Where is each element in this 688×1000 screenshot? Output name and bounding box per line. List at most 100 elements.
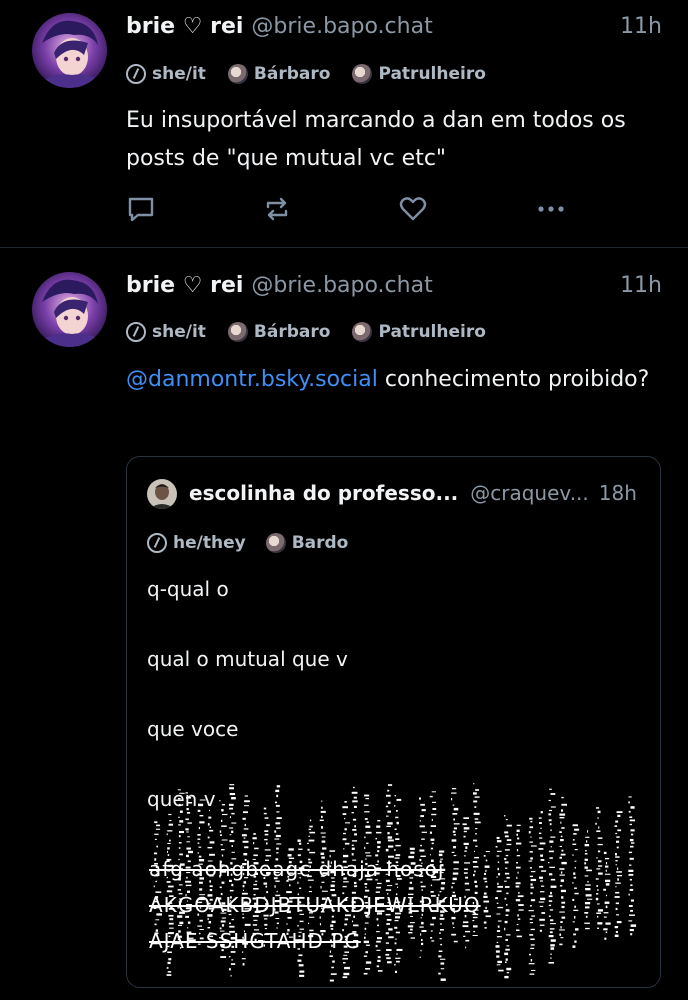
label-class[interactable]: Bárbaro [227,322,330,342]
glitch-line: AJAE SSHGTAHD PG [149,929,361,953]
quoted-author-name[interactable]: escolinha do professo... [189,481,458,505]
noise-mark [229,816,231,819]
noise-mark [386,957,391,960]
noise-mark [506,972,510,974]
author-avatar[interactable] [32,13,107,88]
noise-mark [473,792,477,795]
noise-mark [597,915,599,918]
author-name[interactable]: brie ♡ rei [126,273,243,298]
noise-mark [229,807,233,810]
label-text: she/it [152,64,206,84]
noise-mark [288,848,294,851]
noise-mark [421,939,423,942]
author-avatar[interactable] [32,272,107,347]
noise-mark [530,871,536,873]
noise-mark [351,840,358,842]
label-pronouns[interactable]: she/it [126,64,206,84]
reply-icon[interactable] [126,194,156,224]
noise-mark [376,825,381,828]
noise-mark [539,929,542,932]
noise-mark [376,931,380,933]
noise-mark [531,969,536,971]
noise-mark [629,864,632,866]
noise-mark [342,958,349,960]
noise-mark [498,873,501,876]
quoted-post[interactable]: escolinha do professo... @craquev... 18h… [126,456,661,988]
author-name[interactable]: brie ♡ rei [126,14,243,39]
more-icon[interactable] [536,194,566,224]
noise-mark [342,976,348,979]
noise-mark [199,881,203,884]
author-handle[interactable]: @brie.bapo.chat [251,273,432,298]
noise-mark [541,870,547,872]
noise-mark [354,825,356,828]
label-class[interactable]: Bárbaro [227,64,330,84]
noise-mark [395,844,401,847]
quoted-author-avatar[interactable] [147,479,177,509]
noise-mark [573,833,577,835]
label-pronouns[interactable]: he/they [147,533,246,553]
noise-mark [387,789,390,792]
quoted-post-timestamp[interactable]: 18h [599,481,637,505]
mention-link[interactable]: @danmontr.bsky.social [126,367,378,392]
glitch-line: AKGOAKBDJBTUAKDJEWLRKUQ [149,893,481,917]
post[interactable]: brie ♡ rei @brie.bapo.chat 11h she/it Bá… [0,0,688,248]
noise-mark [242,817,246,820]
noise-mark [242,917,245,919]
noise-mark [464,862,470,864]
noise-mark [463,827,470,830]
noise-mark [199,799,206,801]
noise-mark [221,819,223,822]
post-timestamp[interactable]: 11h [620,14,662,39]
noise-mark [186,847,191,850]
label-pronouns[interactable]: she/it [126,322,206,342]
noise-mark [298,954,303,957]
noise-mark [505,867,508,869]
noise-mark [574,866,576,869]
pronoun-icon [147,533,167,553]
noise-mark [574,860,577,862]
noise-mark [221,825,227,827]
noise-mark [432,916,436,920]
noise-mark [506,839,512,841]
noise-mark [453,818,455,821]
noise-mark [342,838,347,841]
post[interactable]: brie ♡ rei @brie.bapo.chat 11h she/it Bá… [0,249,688,1000]
noise-mark [199,815,204,817]
noise-mark [497,906,504,909]
post-text: @danmontr.bsky.social conhecimento proib… [126,361,658,399]
avatar-image [32,13,107,88]
noise-mark [429,795,433,798]
noise-mark [560,821,562,824]
noise-mark [472,920,475,922]
label-class[interactable]: Patrulheiro [352,322,486,342]
label-class[interactable]: Patrulheiro [352,64,486,84]
noise-mark [276,811,280,813]
post-text-body: conhecimento proibido? [377,367,650,392]
noise-mark [559,868,565,870]
label-class[interactable]: Bardo [265,533,348,553]
post-timestamp[interactable]: 11h [620,273,662,298]
noise-mark [395,938,397,940]
noise-mark [528,831,531,834]
noise-mark [615,931,618,933]
noise-mark [596,857,598,859]
quoted-author-handle[interactable]: @craquev... [470,481,589,505]
like-icon[interactable] [398,194,428,224]
noise-mark [617,875,622,877]
noise-mark [550,836,556,838]
noise-mark [387,839,394,842]
noise-mark [352,920,354,923]
author-handle[interactable]: @brie.bapo.chat [251,14,432,39]
noise-mark [530,836,532,838]
noise-mark [504,872,510,875]
noise-mark [548,799,551,802]
noise-mark [353,786,355,789]
noise-mark [274,885,276,888]
noise-mark [264,830,269,832]
noise-mark [330,973,337,975]
noise-mark [178,842,182,844]
noise-mark [550,939,556,942]
noise-mark [585,850,587,852]
repost-icon[interactable] [262,194,292,224]
